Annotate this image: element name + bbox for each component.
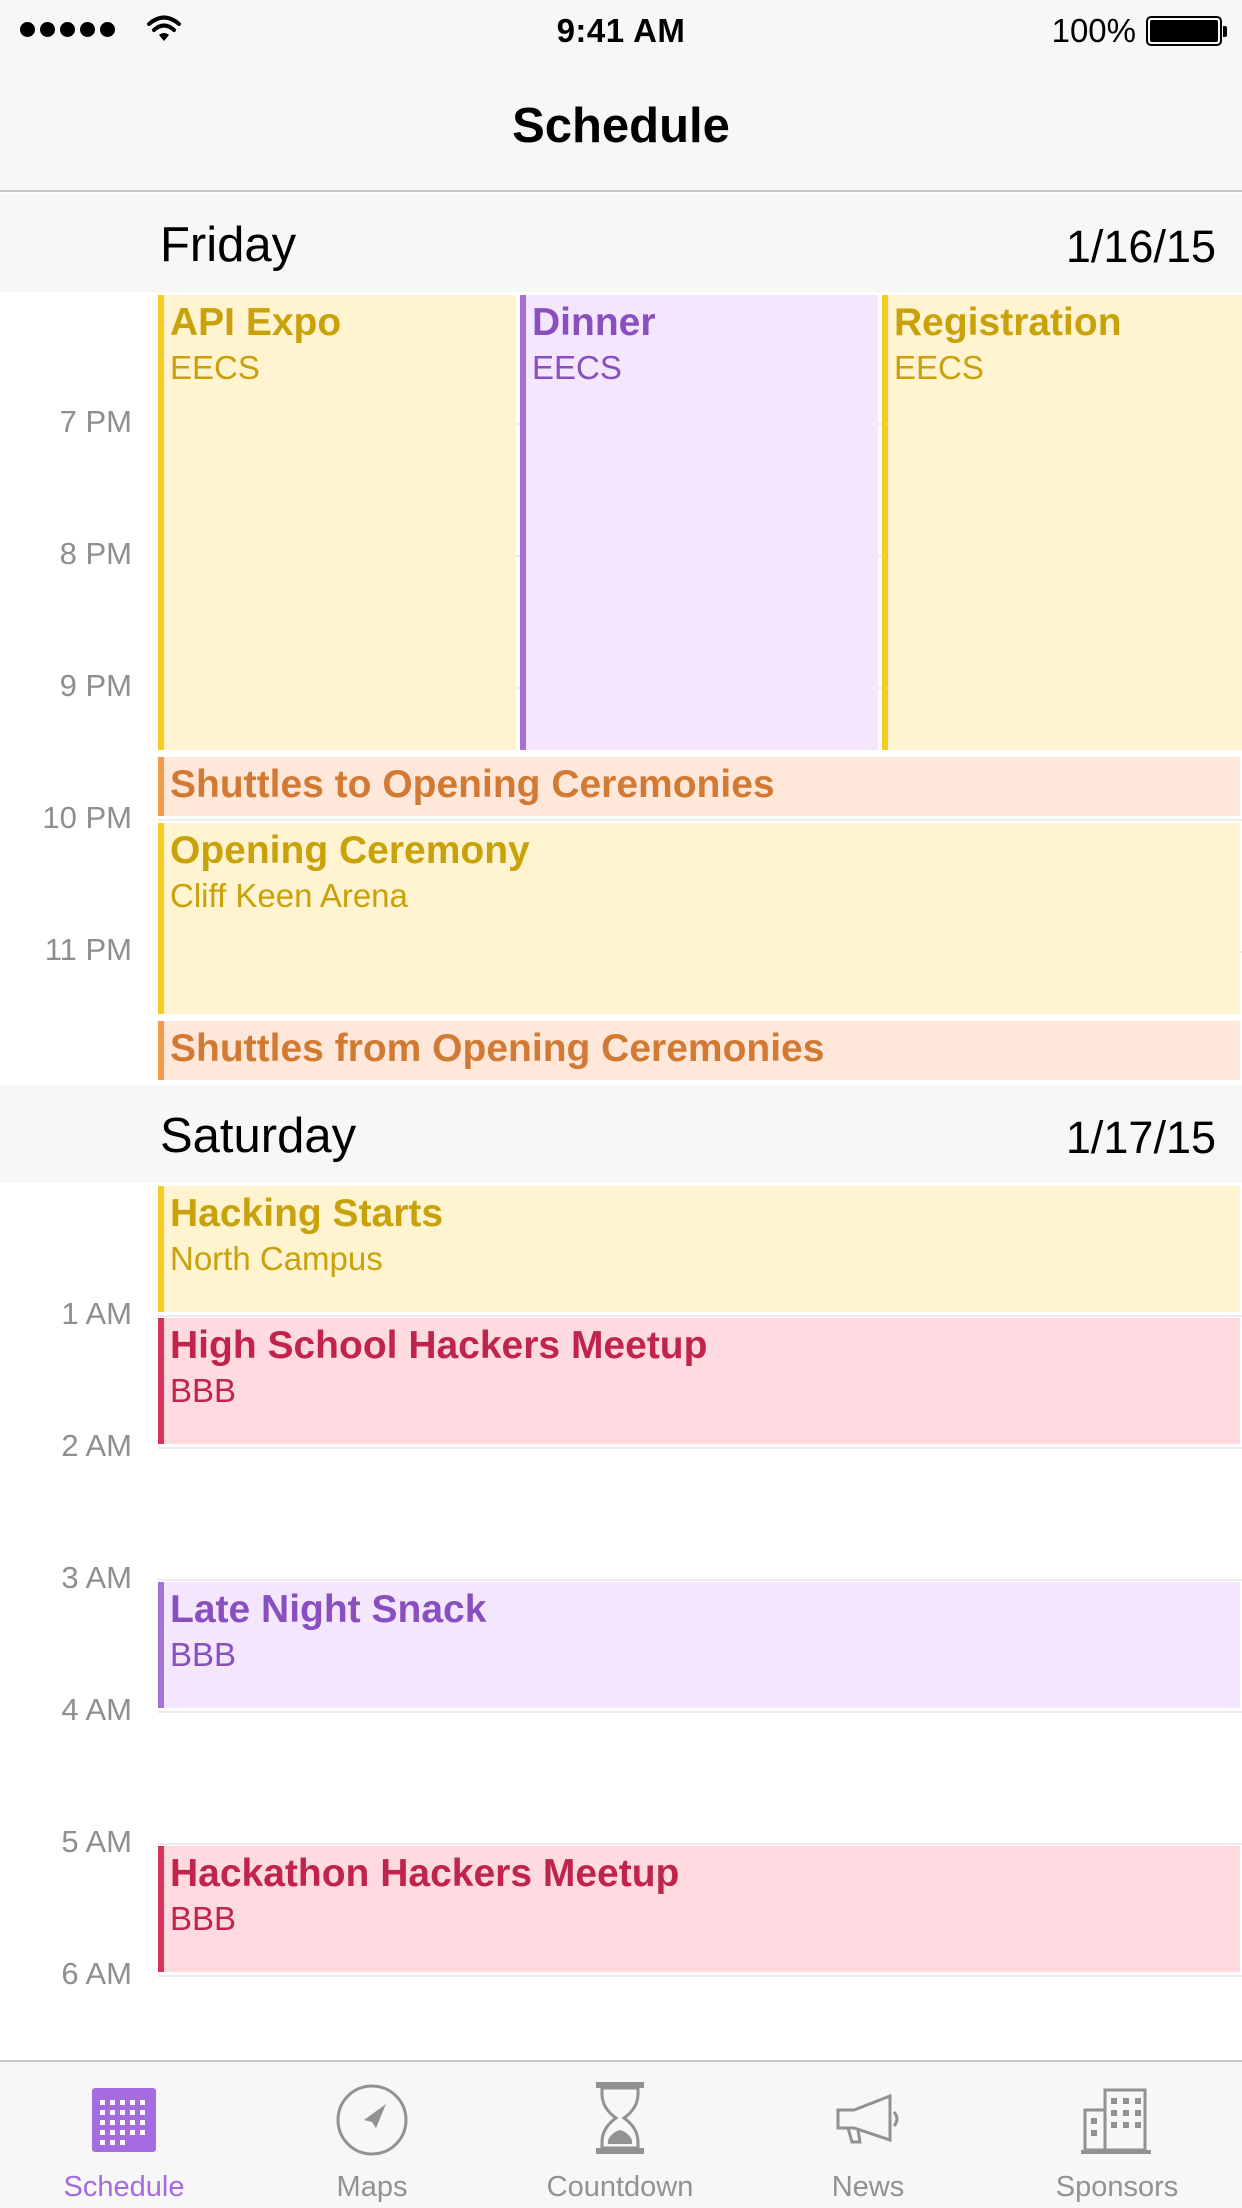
tab-countdown[interactable]: Countdown xyxy=(496,2062,744,2208)
hour-label: 4 AM xyxy=(61,1692,132,1727)
event-registration[interactable]: Registration EECS xyxy=(882,295,1242,750)
hour-line xyxy=(158,1447,1242,1449)
event-hacking-starts[interactable]: Hacking Starts North Campus xyxy=(158,1186,1240,1312)
day-name: Friday xyxy=(160,218,297,272)
tab-news[interactable]: News xyxy=(744,2062,992,2208)
event-location: Cliff Keen Arena xyxy=(170,877,408,914)
event-location: BBB xyxy=(170,1372,237,1409)
day-name: Saturday xyxy=(160,1109,357,1163)
tab-label: Countdown xyxy=(546,2171,694,2203)
event-late-night-snack[interactable]: Late Night Snack BBB xyxy=(158,1582,1240,1708)
day-date: 1/17/15 xyxy=(1065,1112,1216,1163)
event-api-expo[interactable]: API Expo EECS xyxy=(158,295,516,750)
tab-schedule[interactable]: Schedule xyxy=(0,2062,248,2208)
event-title: Registration xyxy=(894,301,1122,344)
tab-label: Maps xyxy=(336,2171,408,2203)
hour-label: 9 PM xyxy=(59,668,132,703)
event-title: Opening Ceremony xyxy=(170,829,530,872)
megaphone-icon xyxy=(836,2093,899,2144)
event-shuttles-from-opening[interactable]: Shuttles from Opening Ceremonies xyxy=(158,1021,1240,1080)
event-opening-ceremony[interactable]: Opening Ceremony Cliff Keen Arena xyxy=(158,823,1240,1014)
day-date: 1/16/15 xyxy=(1065,221,1216,272)
hour-line xyxy=(158,1711,1242,1713)
event-title: Hacking Starts xyxy=(170,1192,444,1235)
event-location: EECS xyxy=(170,349,260,386)
hour-label: 10 PM xyxy=(42,800,132,835)
hour-label: 2 AM xyxy=(61,1428,132,1463)
event-title: Dinner xyxy=(532,301,656,344)
event-location: BBB xyxy=(170,1636,237,1673)
hour-label: 11 PM xyxy=(44,932,132,967)
tab-label: News xyxy=(831,2171,905,2203)
event-location: EECS xyxy=(894,349,984,386)
tab-label: Sponsors xyxy=(1055,2171,1179,2203)
calendar-grid-icon xyxy=(92,2088,156,2152)
day-header-friday: Friday 1/16/15 xyxy=(0,194,1242,292)
hour-label: 5 AM xyxy=(61,1824,132,1859)
tab-maps[interactable]: Maps xyxy=(248,2062,496,2208)
event-hackathon-hackers-meetup[interactable]: Hackathon Hackers Meetup BBB xyxy=(158,1846,1240,1972)
hour-label: 1 AM xyxy=(61,1296,132,1331)
event-title: API Expo xyxy=(170,301,342,344)
hour-line xyxy=(158,1843,1242,1845)
event-title: Shuttles from Opening Ceremonies xyxy=(170,1027,825,1070)
hourglass-icon xyxy=(596,2082,644,2154)
hour-label: 8 PM xyxy=(59,536,132,571)
day-header-saturday: Saturday 1/17/15 xyxy=(0,1085,1242,1183)
event-title: Late Night Snack xyxy=(170,1588,487,1631)
event-title: Hackathon Hackers Meetup xyxy=(170,1852,680,1895)
tab-bar: Schedule Maps Countdown News Sponsors xyxy=(0,2060,1242,2208)
event-location: BBB xyxy=(170,1900,237,1937)
hour-line xyxy=(158,1315,1242,1317)
status-bar: 9:41 AM 100% xyxy=(0,0,1242,62)
hour-line xyxy=(158,1579,1242,1581)
battery-icon xyxy=(1146,16,1227,46)
hour-label: 7 PM xyxy=(59,404,132,439)
event-title: Shuttles to Opening Ceremonies xyxy=(170,763,775,806)
building-icon xyxy=(1081,2088,1151,2154)
event-title: High School Hackers Meetup xyxy=(170,1324,708,1367)
tab-sponsors[interactable]: Sponsors xyxy=(992,2062,1242,2208)
navigation-bar: Schedule xyxy=(0,62,1242,192)
hour-label: 3 AM xyxy=(61,1560,132,1595)
event-shuttles-to-opening[interactable]: Shuttles to Opening Ceremonies xyxy=(158,757,1240,816)
hour-line xyxy=(158,1975,1242,1977)
battery-percentage: 100% xyxy=(1051,12,1136,49)
hour-label: 6 AM xyxy=(61,1956,132,1991)
event-location: North Campus xyxy=(170,1240,383,1277)
compass-icon xyxy=(336,2084,408,2156)
hour-line xyxy=(158,819,1242,821)
event-location: EECS xyxy=(532,349,622,386)
event-dinner[interactable]: Dinner EECS xyxy=(520,295,878,750)
page-title: Schedule xyxy=(512,99,730,153)
tab-label: Schedule xyxy=(63,2171,185,2203)
event-high-school-hackers-meetup[interactable]: High School Hackers Meetup BBB xyxy=(158,1318,1240,1444)
